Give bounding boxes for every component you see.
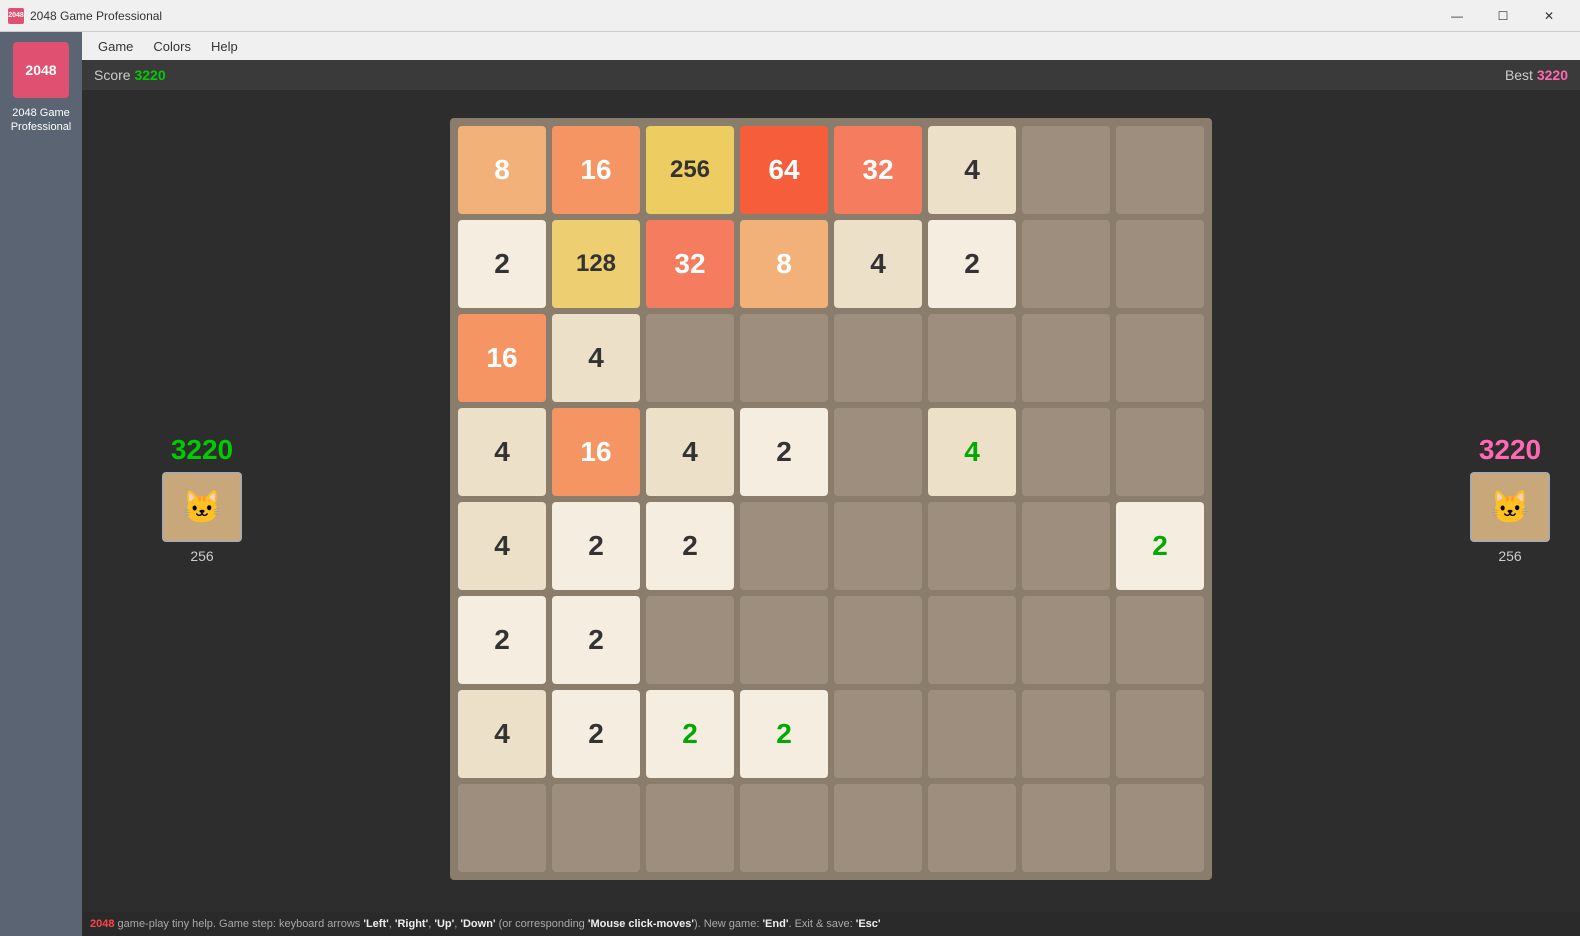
menu-help[interactable]: Help	[203, 37, 246, 56]
statusbar-text: game-play tiny help. Game step: keyboard…	[114, 918, 880, 930]
window-controls: — ☐ ✕	[1434, 0, 1572, 32]
grid-cell[interactable]	[458, 784, 546, 872]
right-panel: 3220 🐱 256	[1470, 434, 1550, 564]
menubar: Game Colors Help	[82, 32, 1580, 60]
statusbar-brand: 2048	[90, 918, 114, 930]
grid-cell[interactable]: 2	[458, 596, 546, 684]
grid-cell[interactable]	[1116, 784, 1204, 872]
close-button[interactable]: ✕	[1526, 0, 1572, 32]
grid-cell[interactable]: 2	[646, 690, 734, 778]
grid-cell[interactable]	[1022, 596, 1110, 684]
right-panel-score: 3220	[1479, 434, 1541, 466]
grid-cell[interactable]	[834, 408, 922, 496]
grid-cell[interactable]	[740, 784, 828, 872]
grid-cell[interactable]	[1116, 690, 1204, 778]
sidebar: 2048 2048 GameProfessional	[0, 32, 82, 936]
minimize-button[interactable]: —	[1434, 0, 1480, 32]
grid-cell[interactable]: 8	[740, 220, 828, 308]
left-panel-tile-value: 256	[190, 548, 213, 564]
grid-cell[interactable]	[1022, 314, 1110, 402]
grid-cell[interactable]	[834, 690, 922, 778]
best-score-value: 3220	[1537, 67, 1568, 83]
grid-cell[interactable]: 2	[740, 690, 828, 778]
grid-cell[interactable]	[1116, 314, 1204, 402]
grid-cell[interactable]	[1116, 126, 1204, 214]
grid-cell[interactable]	[928, 690, 1016, 778]
grid-cell[interactable]: 2	[1116, 502, 1204, 590]
grid-cell[interactable]: 4	[928, 408, 1016, 496]
best-score-display: Best 3220	[1505, 67, 1568, 83]
grid-cell[interactable]	[740, 314, 828, 402]
grid-cell[interactable]	[1116, 596, 1204, 684]
grid-cell[interactable]: 4	[458, 502, 546, 590]
grid-cell[interactable]: 16	[552, 408, 640, 496]
grid-cell[interactable]	[1022, 220, 1110, 308]
grid-cell[interactable]: 2	[552, 690, 640, 778]
grid-cell[interactable]: 16	[552, 126, 640, 214]
grid-cell[interactable]	[834, 502, 922, 590]
game-grid[interactable]: 816256643242128328421644164244222224222	[458, 126, 1204, 872]
grid-cell[interactable]	[1022, 784, 1110, 872]
left-panel: 3220 🐱 256	[162, 434, 242, 564]
menu-game[interactable]: Game	[90, 37, 141, 56]
grid-cell[interactable]	[834, 784, 922, 872]
sidebar-app-name: 2048 GameProfessional	[11, 106, 72, 135]
app-icon: 2048	[8, 8, 24, 24]
grid-cell[interactable]	[928, 784, 1016, 872]
sidebar-logo: 2048	[13, 42, 69, 98]
grid-cell[interactable]: 4	[458, 408, 546, 496]
grid-cell[interactable]	[928, 314, 1016, 402]
grid-cell[interactable]: 2	[928, 220, 1016, 308]
grid-cell[interactable]	[646, 314, 734, 402]
grid-cell[interactable]: 4	[552, 314, 640, 402]
left-panel-score: 3220	[171, 434, 233, 466]
score-display: Score 3220	[94, 67, 166, 83]
grid-cell[interactable]: 2	[646, 502, 734, 590]
grid-cell[interactable]	[928, 596, 1016, 684]
maximize-button[interactable]: ☐	[1480, 0, 1526, 32]
grid-cell[interactable]	[834, 314, 922, 402]
left-panel-cat: 🐱	[162, 472, 242, 542]
score-value: 3220	[134, 67, 165, 83]
app-icon-text: 2048	[8, 12, 24, 19]
grid-cell[interactable]: 2	[552, 596, 640, 684]
grid-cell[interactable]: 64	[740, 126, 828, 214]
grid-cell[interactable]: 4	[928, 126, 1016, 214]
grid-cell[interactable]	[552, 784, 640, 872]
grid-cell[interactable]	[1022, 690, 1110, 778]
game-grid-container: 816256643242128328421644164244222224222	[450, 118, 1212, 880]
grid-cell[interactable]: 128	[552, 220, 640, 308]
grid-cell[interactable]	[1022, 126, 1110, 214]
grid-cell[interactable]: 8	[458, 126, 546, 214]
statusbar: 2048 game-play tiny help. Game step: key…	[82, 912, 1580, 936]
grid-cell[interactable]	[740, 502, 828, 590]
grid-cell[interactable]	[1116, 220, 1204, 308]
main-content: Game Colors Help Score 3220 Best 3220 32…	[82, 32, 1580, 936]
grid-cell[interactable]	[646, 596, 734, 684]
window-title: 2048 Game Professional	[30, 9, 1434, 23]
grid-cell[interactable]: 32	[646, 220, 734, 308]
grid-cell[interactable]: 2	[740, 408, 828, 496]
right-panel-tile-value: 256	[1498, 548, 1521, 564]
scorebar: Score 3220 Best 3220	[82, 60, 1580, 90]
grid-cell[interactable]	[834, 596, 922, 684]
grid-cell[interactable]: 4	[458, 690, 546, 778]
grid-cell[interactable]	[646, 784, 734, 872]
titlebar: 2048 2048 Game Professional — ☐ ✕	[0, 0, 1580, 32]
grid-cell[interactable]: 4	[834, 220, 922, 308]
grid-cell[interactable]	[1022, 502, 1110, 590]
grid-cell[interactable]: 2	[458, 220, 546, 308]
grid-cell[interactable]: 32	[834, 126, 922, 214]
grid-cell[interactable]: 4	[646, 408, 734, 496]
menu-colors[interactable]: Colors	[145, 37, 199, 56]
grid-cell[interactable]	[740, 596, 828, 684]
grid-cell[interactable]: 256	[646, 126, 734, 214]
grid-cell[interactable]: 16	[458, 314, 546, 402]
game-area: 3220 🐱 256 81625664324212832842164416424…	[82, 90, 1580, 908]
grid-cell[interactable]	[1022, 408, 1110, 496]
grid-cell[interactable]	[928, 502, 1016, 590]
grid-cell[interactable]	[1116, 408, 1204, 496]
grid-cell[interactable]: 2	[552, 502, 640, 590]
right-panel-cat: 🐱	[1470, 472, 1550, 542]
